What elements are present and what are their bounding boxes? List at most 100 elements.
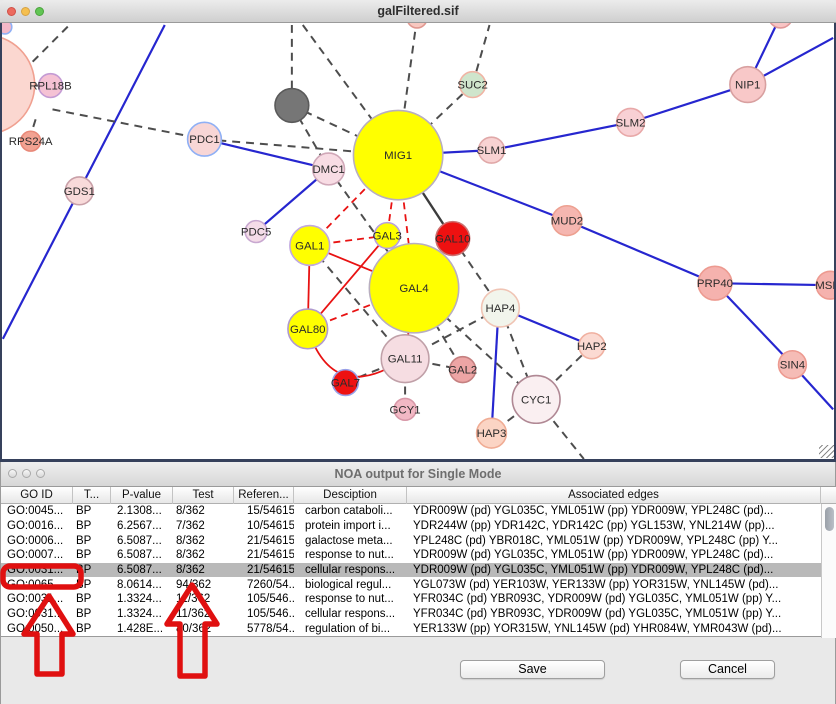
table-cell: 5778/54... <box>234 623 294 635</box>
network-titlebar[interactable]: galFiltered.sif <box>0 0 836 23</box>
cancel-button[interactable]: Cancel <box>680 660 775 679</box>
table-cell: 1.3324... <box>111 608 173 620</box>
table-row[interactable]: GO:0031...BP1.3324...11/362105/546...cel… <box>1 607 821 622</box>
table-row[interactable]: GO:0065...BP8.0614...94/3627260/54...bio… <box>1 577 821 592</box>
table-cell: BP <box>73 593 111 605</box>
graph-node-label: GAL2 <box>448 365 477 377</box>
table-cell: 80/362 <box>173 623 234 635</box>
table-cell: BP <box>73 535 111 547</box>
table-cell: 6.5087... <box>111 564 173 576</box>
table-cell: response to nut... <box>294 593 407 605</box>
graph-node-label: SLM2 <box>616 117 646 129</box>
table-cell: 10/54615 <box>234 520 294 532</box>
column-header-go-id[interactable]: GO ID <box>1 487 73 504</box>
table-cell: 6.5087... <box>111 535 173 547</box>
table-cell: 6.2567... <box>111 520 173 532</box>
table-cell: YDR244W (pp) YDR142C, YDR142C (pp) YGL15… <box>407 520 821 532</box>
graph-node-label: SIN4 <box>780 360 806 372</box>
column-header-associated-edges[interactable]: Associated edges <box>407 487 821 504</box>
table-row[interactable]: GO:0031...BP1.3324...11/362105/546...res… <box>1 592 821 607</box>
graph-node[interactable] <box>407 23 427 28</box>
table-row[interactable]: GO:0007...BP6.5087...8/36221/54615respon… <box>1 548 821 563</box>
graph-edge <box>53 109 205 139</box>
graph-node-label: GAL80 <box>290 324 326 336</box>
table-cell: galactose meta... <box>294 535 407 547</box>
graph-node-label: PDC5 <box>241 227 271 239</box>
screen: galFiltered.sif RPL18BRPS24AGDS1PDC1MIG1… <box>0 0 836 704</box>
graph-node-label: RPL18B <box>29 81 71 93</box>
resize-grip[interactable] <box>819 445 834 458</box>
graph-edge <box>567 221 715 284</box>
graph-node-label: GAL3 <box>373 231 402 243</box>
table-row[interactable]: GO:0006...BP6.5087...8/36221/54615galact… <box>1 533 821 548</box>
graph-node[interactable] <box>769 23 793 28</box>
table-cell: regulation of bi... <box>294 623 407 635</box>
graph-node-label: GCY1 <box>390 404 421 416</box>
table-cell: 11/362 <box>173 608 234 620</box>
table-cell: 105/546... <box>234 593 294 605</box>
graph-node[interactable] <box>0 23 12 34</box>
graph-edge <box>491 122 630 150</box>
graph-node-label: DMC1 <box>312 164 344 176</box>
network-canvas[interactable]: RPL18BRPS24AGDS1PDC1MIG1SUC2SLM1DMC1SLM2… <box>0 23 836 462</box>
graph-node-label: PRP40 <box>697 278 733 290</box>
table-cell: 94/362 <box>173 579 234 591</box>
table-cell: 11/362 <box>173 593 234 605</box>
table-cell: GO:0007... <box>1 549 73 561</box>
column-header-t-[interactable]: T... <box>73 487 111 504</box>
noa-titlebar[interactable]: NOA output for Single Mode <box>1 462 835 487</box>
table-cell: GO:0016... <box>1 520 73 532</box>
graph-node-label: MIG1 <box>384 150 412 162</box>
table-cell: BP <box>73 564 111 576</box>
table-cell: YDR009W (pd) YGL035C, YML051W (pp) YDR00… <box>407 505 821 517</box>
table-cell: 105/546... <box>234 608 294 620</box>
table-body: GO:0045...BP2.1308...8/36215/54615carbon… <box>1 504 821 637</box>
table-cell: YGL073W (pd) YER103W, YER133W (pp) YOR31… <box>407 579 821 591</box>
graph-node-label: GDS1 <box>64 186 95 198</box>
window-noa-output: NOA output for Single Mode GO IDT...P-va… <box>0 462 836 704</box>
network-window-title: galFiltered.sif <box>0 4 836 18</box>
column-header-test[interactable]: Test <box>173 487 234 504</box>
graph-node-label: SUC2 <box>457 80 487 92</box>
table-row[interactable]: GO:0045...BP2.1308...8/36215/54615carbon… <box>1 504 821 519</box>
table-cell: 6.5087... <box>111 549 173 561</box>
graph-node-label: MUD2 <box>551 216 583 228</box>
graph-node-label: GAL10 <box>435 233 471 245</box>
table-cell: GO:0031... <box>1 608 73 620</box>
table-cell: 2.1308... <box>111 505 173 517</box>
table-cell: cellular respons... <box>294 608 407 620</box>
scrollbar[interactable] <box>821 504 836 638</box>
table-cell: 7/362 <box>173 520 234 532</box>
table-row[interactable]: GO:0016...BP6.2567...7/36210/54615protei… <box>1 519 821 534</box>
table-row[interactable]: GO:0050...BP1.428E...80/3625778/54...reg… <box>1 621 821 636</box>
table-cell: 21/54615 <box>234 564 294 576</box>
table-cell: GO:0045... <box>1 505 73 517</box>
table-cell: BP <box>73 579 111 591</box>
table-cell: YDR009W (pd) YGL035C, YML051W (pp) YDR00… <box>407 564 821 576</box>
table-cell: GO:0031... <box>1 564 73 576</box>
table-cell: 21/54615 <box>234 535 294 547</box>
table-cell: BP <box>73 623 111 635</box>
table-cell: YDR009W (pd) YGL035C, YML051W (pp) YDR00… <box>407 549 821 561</box>
table-cell: BP <box>73 520 111 532</box>
graph-node-label: GAL7 <box>331 377 360 389</box>
graph-edge <box>491 310 498 433</box>
table-row[interactable]: GO:0031...BP6.5087...8/36221/54615cellul… <box>1 563 821 578</box>
table-cell: 15/54615 <box>234 505 294 517</box>
table-cell: GO:0031... <box>1 593 73 605</box>
table-header: GO IDT...P-valueTestReferen...Desciption… <box>1 487 836 504</box>
column-header-p-value[interactable]: P-value <box>111 487 173 504</box>
graph-node-label: CYC1 <box>521 394 551 406</box>
table-cell: 8/362 <box>173 535 234 547</box>
table-cell: YER133W (pp) YOR315W, YNL145W (pd) YHR08… <box>407 623 821 635</box>
graph-node-label: HAP3 <box>477 428 507 440</box>
window-network: galFiltered.sif RPL18BRPS24AGDS1PDC1MIG1… <box>0 0 836 462</box>
scrollbar-thumb[interactable] <box>825 507 834 531</box>
table-cell: biological regul... <box>294 579 407 591</box>
graph-edge <box>33 25 70 62</box>
column-header-referen-[interactable]: Referen... <box>234 487 294 504</box>
graph-node[interactable] <box>275 89 309 123</box>
save-button[interactable]: Save <box>460 660 605 679</box>
table-cell: GO:0065... <box>1 579 73 591</box>
column-header-desciption[interactable]: Desciption <box>294 487 407 504</box>
